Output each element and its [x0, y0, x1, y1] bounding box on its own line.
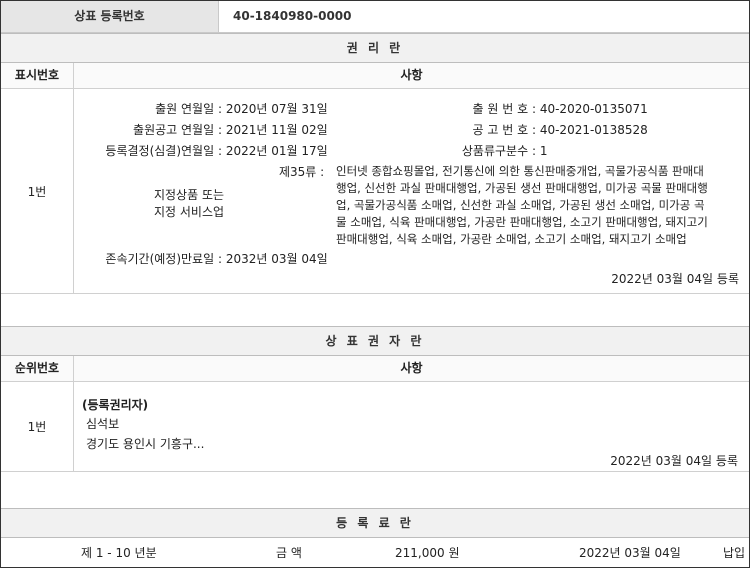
fee-section-title: 등 록 료 란 [1, 508, 749, 538]
goods-line: 행업, 신선한 과실 판매대행업, 가공된 생선 판매대행업, 미가공 곡물 판… [336, 181, 708, 195]
filing-date-value: 2020년 07월 31일 [225, 102, 328, 116]
holder-name: 심석보 [86, 417, 120, 431]
fee-amount: 211,000 원 [395, 546, 460, 560]
application-number-value: 40-2020-0135071 [539, 102, 648, 116]
application-number: 출 원 번 호 : 40-2020-0135071 [400, 100, 648, 117]
goods-line: 인터넷 종합쇼핑몰업, 전기통신에 의한 통신판매중개업, 곡물가공식품 판매대 [336, 164, 704, 178]
class-count-value: 1 [539, 144, 548, 158]
application-number-label: 출 원 번 호 : [472, 102, 536, 116]
registration-number-value: 40-1840980-0000 [233, 9, 352, 23]
rights-column-header: 표시번호 사항 [1, 63, 749, 89]
holder-col-num: 순위번호 [1, 356, 74, 381]
rights-row-number: 1번 [1, 89, 74, 293]
holder-column-header: 순위번호 사항 [1, 356, 749, 382]
holder-section-title: 상 표 권 자 란 [1, 326, 749, 356]
publication-number-label: 공 고 번 호 : [472, 123, 536, 137]
filing-date-label: 출원 연월일 : [155, 102, 222, 116]
fee-date: 2022년 03월 04일 [579, 546, 681, 560]
designated-goods-label-line2: 지정 서비스업 [153, 205, 225, 219]
publication-number-value: 40-2021-0138528 [539, 123, 648, 137]
publication-date: 출원공고 연월일 : 2021년 11월 02일 [74, 121, 328, 138]
decision-date-label: 등록결정(심결)연월일 : [105, 144, 222, 158]
rights-content: 출원 연월일 : 2020년 07월 31일 출원공고 연월일 : 2021년 … [74, 92, 749, 292]
holder-col-content: 사항 [400, 361, 423, 375]
expiry-date-label: 존속기간(예정)만료일 : [105, 252, 222, 266]
registration-number-label: 상표 등록번호 [1, 1, 219, 32]
holder-registration-note: 2022년 03월 04일 등록 [610, 454, 738, 468]
publication-date-value: 2021년 11월 02일 [225, 123, 328, 137]
registration-number-row: 상표 등록번호 40-1840980-0000 [1, 1, 749, 33]
holder-address: 경기도 용인시 기흥구... [86, 437, 205, 451]
fee-status: 납입 [723, 546, 746, 560]
designated-goods-label-line1: 지정상품 또는 [153, 188, 225, 202]
goods-line: 판매대행업, 식육 소매업, 가공란 소매업, 소고기 소매업, 돼지고기 소매… [336, 232, 687, 246]
class-count-label: 상품류구분수 : [461, 144, 536, 158]
goods-line: 물 소매업, 식육 판매대행업, 가공란 판매대행업, 소고기 판매대행업, 돼… [336, 215, 708, 229]
goods-line: 업, 곡물가공식품 소매업, 신선한 과실 소매업, 가공된 생선 소매업, 미… [336, 198, 705, 212]
expiry-date: 존속기간(예정)만료일 : 2032년 03월 04일 [74, 250, 328, 267]
holder-row-number: 1번 [1, 382, 74, 471]
rights-registration-note: 2022년 03월 04일 등록 [611, 272, 739, 286]
designated-goods-text: 인터넷 종합쇼핑몰업, 전기통신에 의한 통신판매중개업, 곡물가공식품 판매대… [336, 163, 746, 248]
decision-date: 등록결정(심결)연월일 : 2022년 01월 17일 [74, 142, 328, 159]
fee-period: 제 1 - 10 년분 [81, 546, 157, 560]
holder-type: (등록권리자) [82, 398, 149, 412]
rights-col-num: 표시번호 [1, 63, 74, 88]
designated-goods-label: 지정상품 또는 지정 서비스업 [114, 187, 264, 221]
publication-date-label: 출원공고 연월일 : [133, 123, 222, 137]
filing-date: 출원 연월일 : 2020년 07월 31일 [74, 100, 328, 117]
decision-date-value: 2022년 01월 17일 [225, 144, 328, 158]
rights-section-title: 권 리 란 [1, 33, 749, 63]
fee-row: 제 1 - 10 년분 금 액 211,000 원 2022년 03월 04일 … [1, 540, 749, 566]
rights-col-content: 사항 [400, 68, 423, 82]
expiry-date-value: 2032년 03월 04일 [225, 252, 328, 266]
fee-amount-label: 금 액 [276, 546, 302, 560]
class-count: 상품류구분수 : 1 [400, 142, 548, 159]
class-label: 제35류 : [279, 165, 325, 179]
publication-number: 공 고 번 호 : 40-2021-0138528 [400, 121, 648, 138]
